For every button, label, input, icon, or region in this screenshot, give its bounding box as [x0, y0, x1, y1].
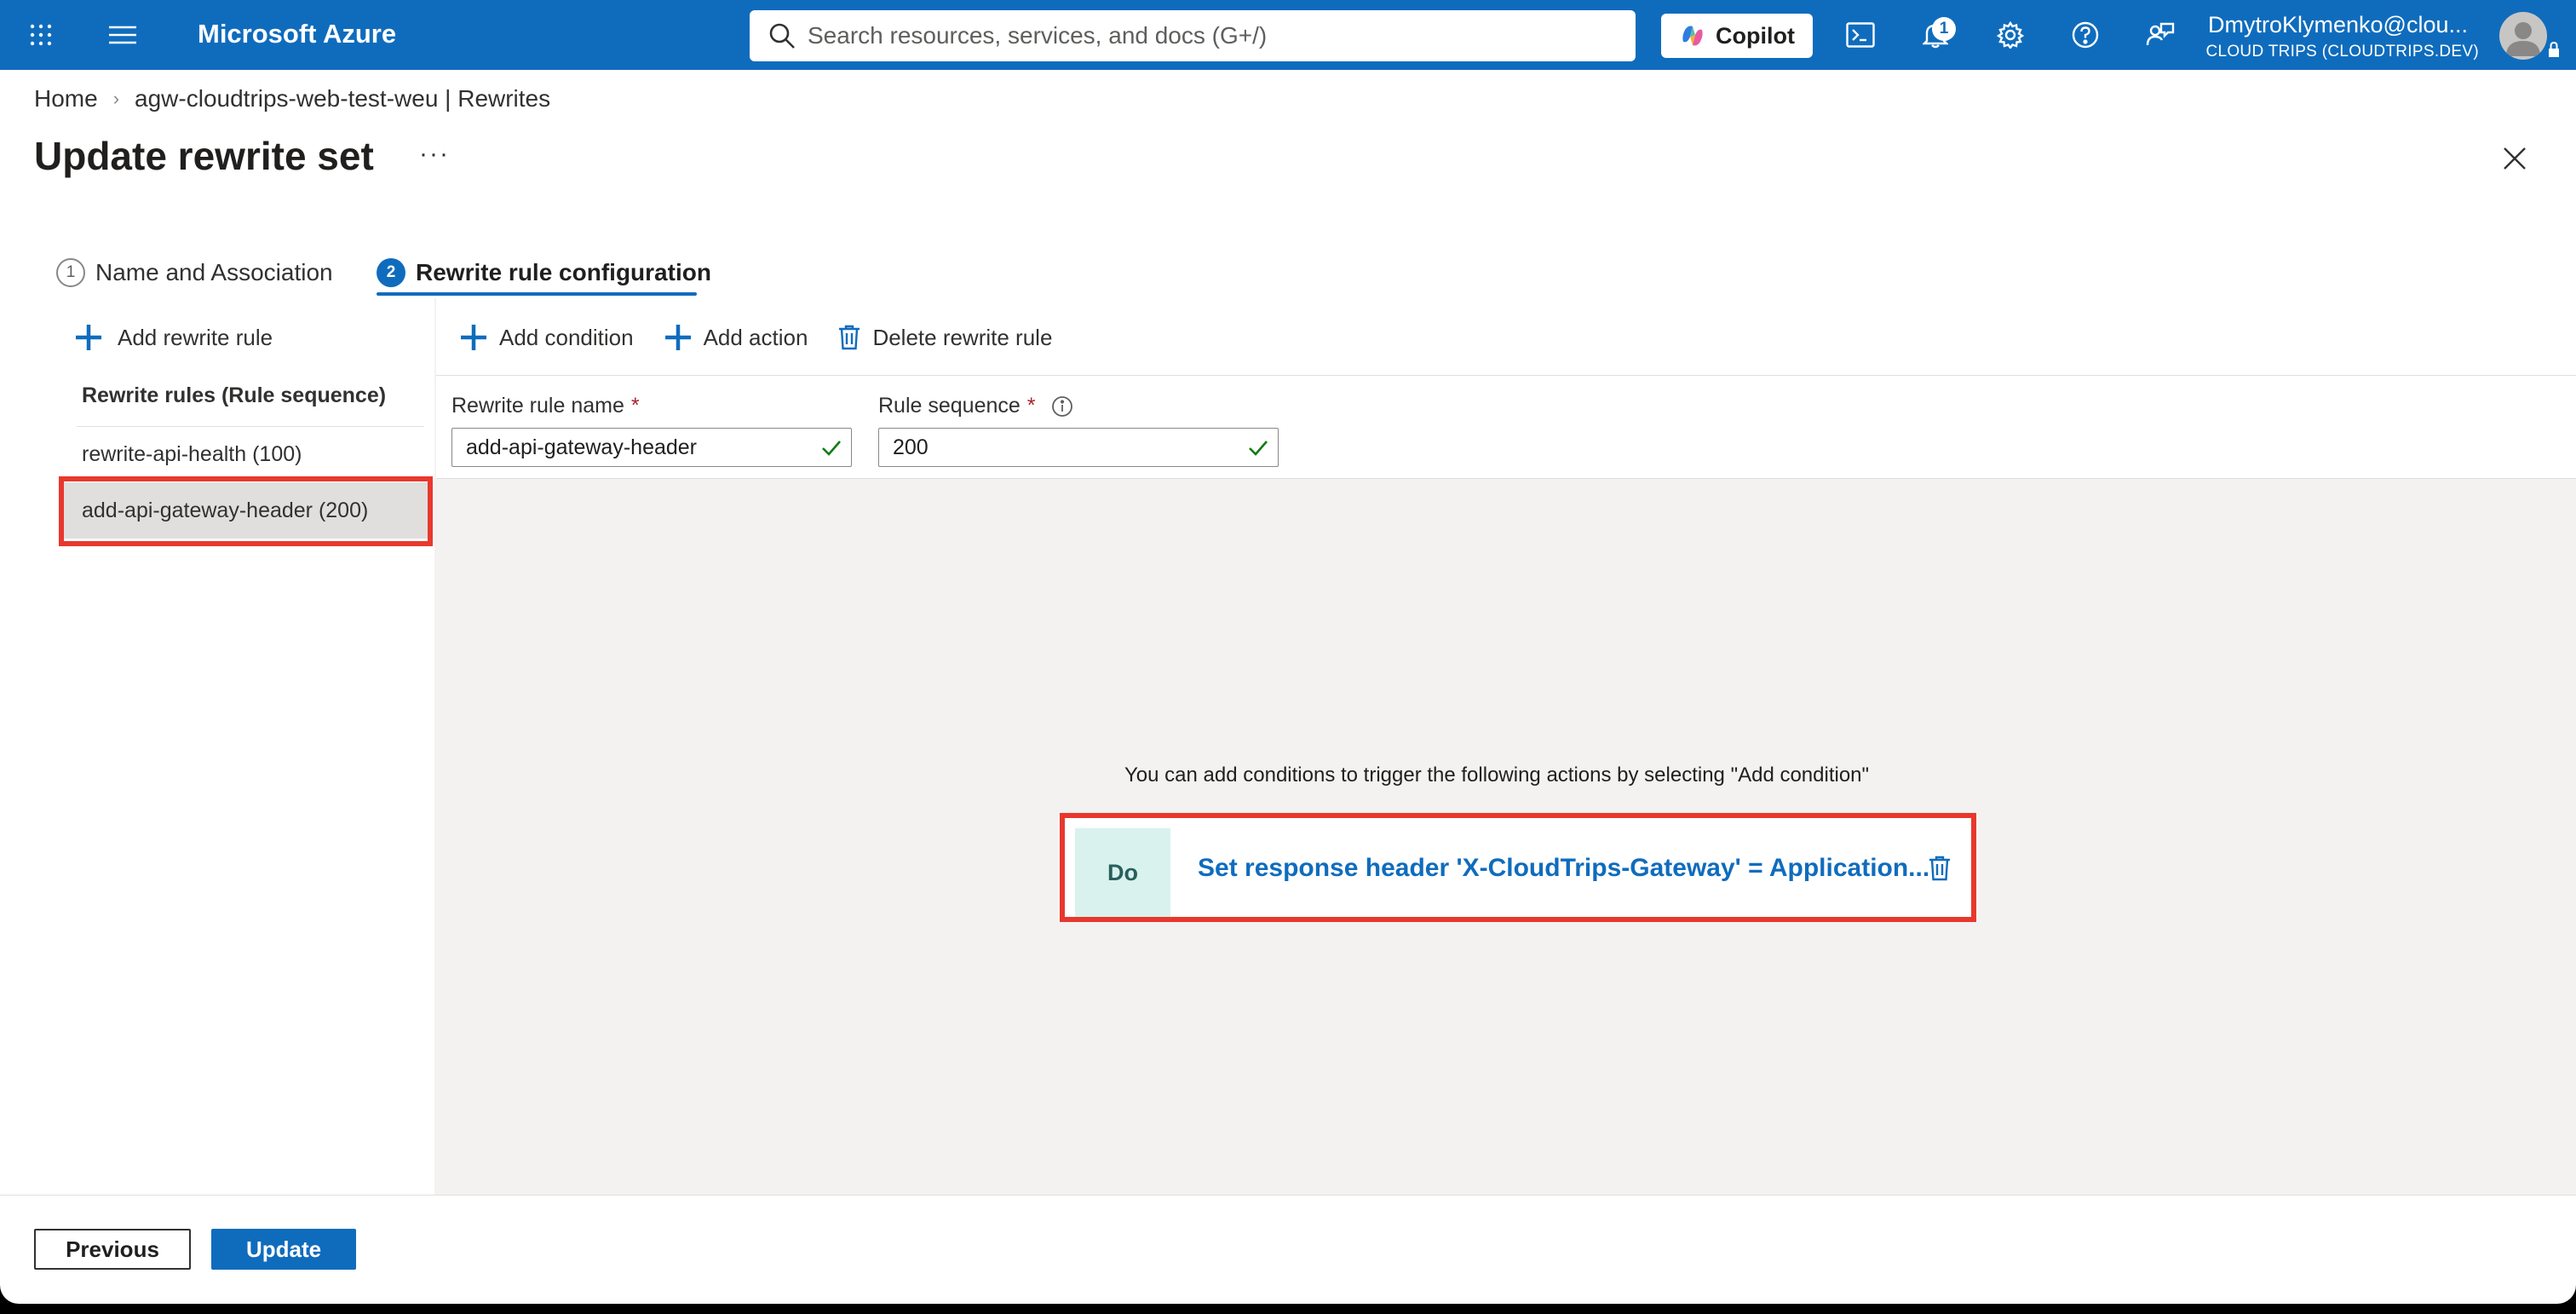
checkmark-icon [822, 441, 841, 456]
previous-button[interactable]: Previous [34, 1229, 191, 1270]
brand-title[interactable]: Microsoft Azure [198, 19, 396, 49]
trash-icon [1929, 856, 1950, 881]
rule-sequence-input[interactable]: 200 [878, 428, 1279, 467]
do-tag: Do [1075, 828, 1170, 917]
search-icon [769, 23, 795, 49]
required-mark: * [630, 394, 640, 418]
rule-name-input[interactable]: add-api-gateway-header [451, 428, 852, 467]
search-box[interactable]: Search resources, services, and docs (G+… [750, 10, 1636, 61]
trash-icon [839, 325, 860, 350]
add-action-button[interactable]: Add action [664, 324, 808, 351]
cloud-shell-icon[interactable] [1843, 18, 1877, 52]
top-bar: Microsoft Azure Search resources, servic… [0, 0, 2576, 70]
rule-canvas: You can add conditions to trigger the fo… [436, 479, 2576, 1195]
step-number: 2 [377, 258, 405, 287]
action-card[interactable]: Do Set response header 'X-CloudTrips-Gat… [1060, 813, 1976, 922]
delete-rewrite-rule-button[interactable]: Delete rewrite rule [838, 325, 1052, 351]
add-action-label: Add action [703, 324, 808, 350]
lock-icon [2549, 41, 2559, 57]
add-condition-button[interactable]: Add condition [460, 324, 634, 351]
rule-toolbar: Add condition Add action Delete rewrite … [460, 319, 1083, 356]
plus-icon [664, 325, 691, 350]
notification-count-badge: 1 [1932, 17, 1956, 41]
action-link[interactable]: Set response header 'X-CloudTrips-Gatewa… [1198, 854, 1929, 883]
rule-sequence-value: 200 [893, 435, 929, 459]
tab-rewrite-rule-configuration[interactable]: 2 Rewrite rule configuration [377, 251, 711, 295]
copilot-button[interactable]: Copilot [1661, 14, 1813, 58]
breadcrumb: Home › agw-cloudtrips-web-test-weu | Rew… [34, 85, 550, 112]
account-name[interactable]: DmytroKlymenko@clou... [2208, 12, 2468, 38]
rule-name-value: add-api-gateway-header [466, 435, 698, 459]
hint-text: You can add conditions to trigger the fo… [1124, 764, 1870, 787]
required-mark: * [1026, 394, 1036, 418]
help-icon[interactable] [2068, 18, 2102, 52]
add-condition-label: Add condition [499, 324, 634, 350]
more-options-button[interactable]: ··· [419, 140, 450, 169]
divider [0, 1195, 2576, 1196]
delete-action-button[interactable] [1929, 856, 1951, 885]
copilot-icon [1682, 26, 1703, 46]
breadcrumb-separator: › [112, 88, 120, 109]
rule-item-label: rewrite-api-health (100) [82, 441, 302, 466]
step-number: 1 [56, 258, 85, 287]
avatar[interactable] [2499, 12, 2547, 60]
page-title: Update rewrite set [34, 134, 374, 178]
portal-menu-icon[interactable] [24, 18, 58, 52]
delete-rewrite-rule-label: Delete rewrite rule [872, 324, 1053, 350]
plus-icon [76, 325, 101, 350]
rule-sequence-label: Rule sequence * [878, 394, 1073, 418]
azure-portal-window: Microsoft Azure Search resources, servic… [0, 0, 2576, 1304]
add-rewrite-rule-button[interactable]: Add rewrite rule [75, 319, 273, 356]
breadcrumb-resource[interactable]: agw-cloudtrips-web-test-weu | Rewrites [135, 85, 550, 112]
active-tab-indicator [377, 292, 697, 296]
rule-item-rewrite-api-health[interactable]: rewrite-api-health (100) [63, 426, 429, 482]
checkmark-icon [1249, 441, 1268, 456]
info-icon[interactable] [1051, 395, 1073, 418]
hamburger-icon[interactable] [106, 18, 140, 52]
gear-icon[interactable] [1993, 18, 2027, 52]
add-rewrite-rule-label: Add rewrite rule [118, 324, 273, 350]
divider [436, 375, 2576, 376]
rule-name-label-text: Rewrite rule name [451, 394, 624, 418]
feedback-icon[interactable] [2143, 18, 2177, 52]
close-icon[interactable] [2498, 141, 2532, 176]
rule-sequence-label-text: Rule sequence [878, 394, 1021, 418]
breadcrumb-home[interactable]: Home [34, 85, 98, 112]
rules-list-header: Rewrite rules (Rule sequence) [82, 383, 387, 407]
search-input[interactable]: Search resources, services, and docs (G+… [808, 22, 1267, 49]
tab-label: Rewrite rule configuration [416, 259, 711, 285]
copilot-label: Copilot [1716, 22, 1795, 49]
tab-name-and-association[interactable]: 1 Name and Association [56, 251, 333, 295]
rule-name-label: Rewrite rule name * [451, 394, 640, 418]
tab-label: Name and Association [95, 259, 333, 285]
selection-highlight-box [59, 476, 433, 546]
update-button[interactable]: Update [211, 1229, 356, 1270]
account-directory[interactable]: CLOUD TRIPS (CLOUDTRIPS.DEV) [2205, 43, 2479, 61]
plus-icon [461, 325, 486, 350]
